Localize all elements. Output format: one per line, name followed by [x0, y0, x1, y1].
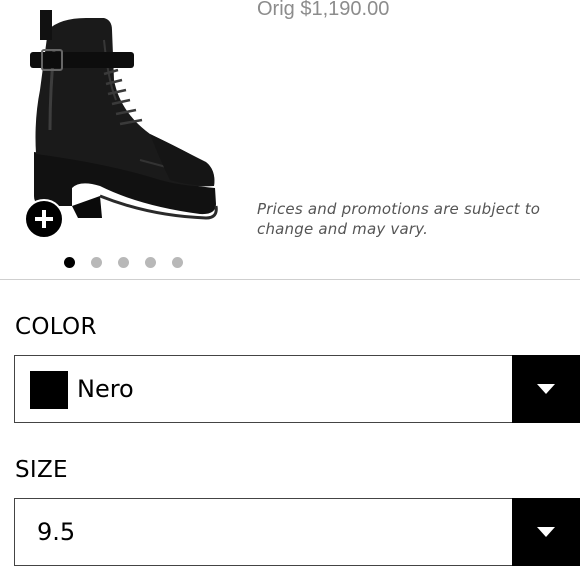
section-divider — [0, 279, 580, 280]
color-label: COLOR — [15, 314, 97, 340]
plus-icon — [35, 210, 53, 228]
image-carousel-dots — [64, 257, 183, 268]
color-select[interactable]: Nero — [14, 355, 580, 423]
original-price: Orig $1,190.00 — [257, 0, 390, 20]
size-selected-value: 9.5 — [37, 518, 76, 546]
carousel-dot[interactable] — [118, 257, 129, 268]
caret-down-icon — [537, 527, 555, 537]
carousel-dot[interactable] — [64, 257, 75, 268]
color-swatch — [30, 371, 68, 409]
caret-down-icon — [537, 384, 555, 394]
carousel-dot[interactable] — [91, 257, 102, 268]
size-dropdown-button[interactable] — [512, 498, 580, 566]
carousel-dot[interactable] — [172, 257, 183, 268]
color-selected-value: Nero — [77, 375, 134, 403]
color-dropdown-button[interactable] — [512, 355, 580, 423]
add-to-bag-button[interactable] — [24, 199, 64, 239]
size-label: SIZE — [15, 457, 68, 483]
size-select[interactable]: 9.5 — [14, 498, 580, 566]
carousel-dot[interactable] — [145, 257, 156, 268]
price-disclaimer: Prices and promotions are subject to cha… — [257, 200, 541, 238]
